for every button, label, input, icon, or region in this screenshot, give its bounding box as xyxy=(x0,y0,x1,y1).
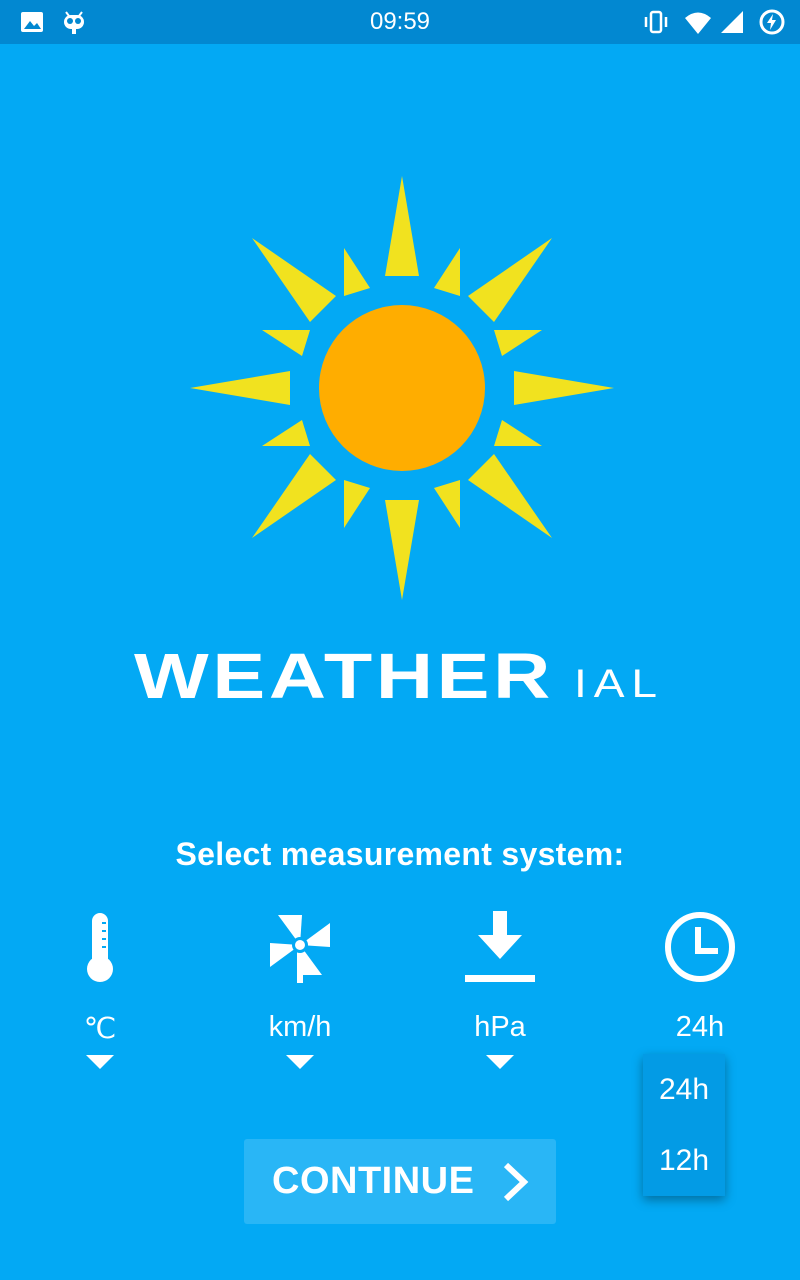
app-wordmark: WEATHER IAL xyxy=(134,640,664,710)
temperature-unit-value: ℃ xyxy=(83,1013,117,1045)
continue-button-label: CONTINUE xyxy=(272,1160,475,1202)
measurement-prompt: Select measurement system: xyxy=(175,836,625,872)
wind-unit-selector[interactable]: km/h xyxy=(220,905,380,1085)
continue-button[interactable]: CONTINUE xyxy=(244,1139,556,1224)
pressure-unit-value: hPa xyxy=(474,1011,526,1043)
temperature-unit-selector[interactable]: ℃ xyxy=(20,905,180,1085)
wordmark-bold: WEATHER xyxy=(134,640,554,710)
pinwheel-wind-icon xyxy=(270,915,330,983)
thermometer-icon xyxy=(87,913,113,982)
sun-icon xyxy=(190,176,614,600)
time-format-dropdown: 24h 12h xyxy=(643,1054,725,1196)
clock-icon xyxy=(665,912,735,982)
cell-signal-icon xyxy=(721,11,743,33)
dropdown-option-24h[interactable]: 24h xyxy=(643,1070,725,1110)
wind-unit-value: km/h xyxy=(268,1011,332,1043)
chevron-down-icon xyxy=(86,1055,114,1069)
wordmark-light: IAL xyxy=(574,662,664,706)
dropdown-option-12h[interactable]: 12h xyxy=(643,1141,725,1181)
pressure-unit-selector[interactable]: hPa xyxy=(420,905,580,1085)
chevron-right-icon xyxy=(503,1162,529,1202)
status-time: 09:59 xyxy=(369,8,431,35)
wifi-icon xyxy=(685,12,711,34)
time-format-value: 24h xyxy=(675,1011,725,1043)
battery-charging-icon xyxy=(759,9,785,35)
chevron-down-icon xyxy=(486,1055,514,1069)
vibrate-icon xyxy=(644,10,668,34)
pressure-down-arrow-icon xyxy=(465,911,535,982)
status-bar: 09:59 xyxy=(0,0,800,44)
chevron-down-icon xyxy=(286,1055,314,1069)
